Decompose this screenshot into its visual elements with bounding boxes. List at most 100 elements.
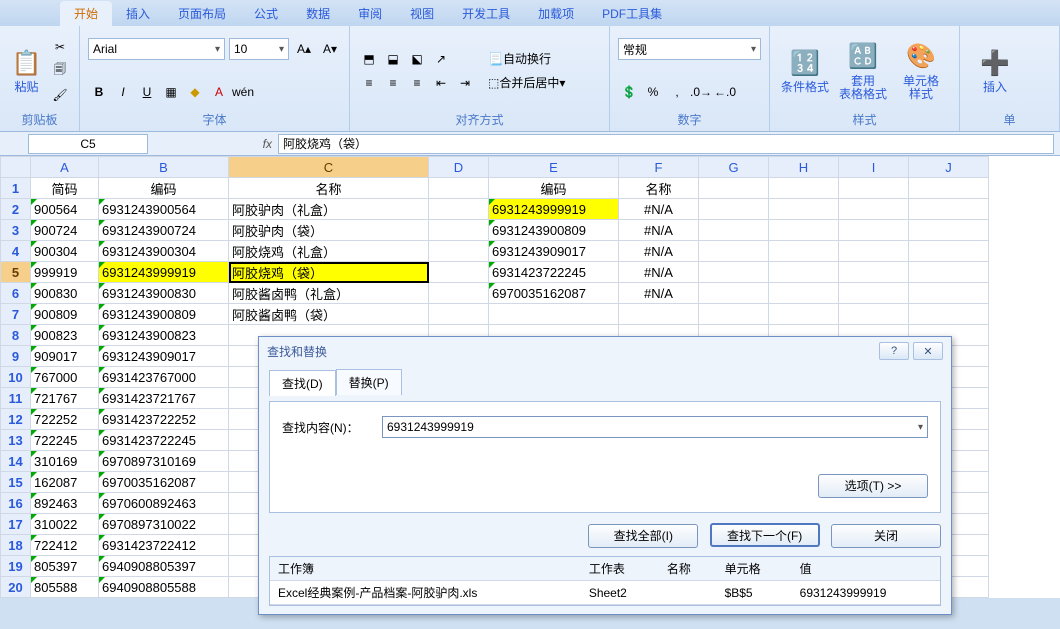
cell-A16[interactable]: 892463 bbox=[31, 493, 99, 514]
cell-A15[interactable]: 162087 bbox=[31, 472, 99, 493]
col-header-J[interactable]: J bbox=[909, 157, 989, 178]
row-header-1[interactable]: 1 bbox=[1, 178, 31, 199]
cell-G1[interactable] bbox=[699, 178, 769, 199]
cell-G4[interactable] bbox=[699, 241, 769, 262]
percent-icon[interactable]: % bbox=[642, 81, 664, 103]
number-format-select[interactable]: 常规 bbox=[618, 38, 761, 60]
cell-A7[interactable]: 900809 bbox=[31, 304, 99, 325]
formula-bar[interactable]: 阿胶烧鸡（袋） bbox=[278, 134, 1054, 154]
align-middle-icon[interactable]: ⬓ bbox=[382, 48, 404, 70]
cell-B11[interactable]: 6931423721767 bbox=[99, 388, 229, 409]
cell-G5[interactable] bbox=[699, 262, 769, 283]
options-button[interactable]: 选项(T) >> bbox=[818, 474, 928, 498]
paste-button[interactable]: 📋 粘贴 bbox=[8, 35, 45, 107]
cell-I6[interactable] bbox=[839, 283, 909, 304]
cell-J6[interactable] bbox=[909, 283, 989, 304]
find-tab[interactable]: 查找(D) bbox=[269, 370, 336, 396]
cell-I4[interactable] bbox=[839, 241, 909, 262]
currency-icon[interactable]: 💲 bbox=[618, 81, 640, 103]
cell-F2[interactable]: #N/A bbox=[619, 199, 699, 220]
cell-H4[interactable] bbox=[769, 241, 839, 262]
align-bottom-icon[interactable]: ⬕ bbox=[406, 48, 428, 70]
cell-A1[interactable]: 简码 bbox=[31, 178, 99, 199]
cell-styles-button[interactable]: 🎨 单元格 样式 bbox=[894, 35, 948, 107]
cell-B8[interactable]: 6931243900823 bbox=[99, 325, 229, 346]
cell-A11[interactable]: 721767 bbox=[31, 388, 99, 409]
name-box[interactable]: C5 bbox=[28, 134, 148, 154]
cell-D2[interactable] bbox=[429, 199, 489, 220]
format-as-table-button[interactable]: 🔠 套用 表格格式 bbox=[836, 35, 890, 107]
orientation-icon[interactable]: ↗ bbox=[430, 48, 452, 70]
row-header-16[interactable]: 16 bbox=[1, 493, 31, 514]
italic-button[interactable]: I bbox=[112, 81, 134, 103]
col-header-A[interactable]: A bbox=[31, 157, 99, 178]
cell-D6[interactable] bbox=[429, 283, 489, 304]
cell-B10[interactable]: 6931423767000 bbox=[99, 367, 229, 388]
cell-G7[interactable] bbox=[699, 304, 769, 325]
cell-F6[interactable]: #N/A bbox=[619, 283, 699, 304]
cell-A12[interactable]: 722252 bbox=[31, 409, 99, 430]
row-header-4[interactable]: 4 bbox=[1, 241, 31, 262]
cell-E3[interactable]: 6931243900809 bbox=[489, 220, 619, 241]
cell-A14[interactable]: 310169 bbox=[31, 451, 99, 472]
row-header-20[interactable]: 20 bbox=[1, 577, 31, 598]
cell-B19[interactable]: 6940908805397 bbox=[99, 556, 229, 577]
cell-J4[interactable] bbox=[909, 241, 989, 262]
col-header-F[interactable]: F bbox=[619, 157, 699, 178]
cell-E4[interactable]: 6931243909017 bbox=[489, 241, 619, 262]
cell-A10[interactable]: 767000 bbox=[31, 367, 99, 388]
bold-button[interactable]: B bbox=[88, 81, 110, 103]
cell-B1[interactable]: 编码 bbox=[99, 178, 229, 199]
col-header-I[interactable]: I bbox=[839, 157, 909, 178]
phonetic-button[interactable]: wén bbox=[232, 81, 254, 103]
cell-I5[interactable] bbox=[839, 262, 909, 283]
cell-B13[interactable]: 6931423722245 bbox=[99, 430, 229, 451]
cell-F5[interactable]: #N/A bbox=[619, 262, 699, 283]
col-header-C[interactable]: C bbox=[229, 157, 429, 178]
cell-B14[interactable]: 6970897310169 bbox=[99, 451, 229, 472]
cell-E1[interactable]: 编码 bbox=[489, 178, 619, 199]
cell-C6[interactable]: 阿胶酱卤鸭（礼盒） bbox=[229, 283, 429, 304]
cell-H5[interactable] bbox=[769, 262, 839, 283]
merge-center-button[interactable]: ⬚ 合并后居中 ▾ bbox=[488, 72, 565, 94]
comma-icon[interactable]: , bbox=[666, 81, 688, 103]
cell-I2[interactable] bbox=[839, 199, 909, 220]
result-col-workbook[interactable]: 工作簿 bbox=[270, 557, 581, 581]
font-color-button[interactable]: A bbox=[208, 81, 230, 103]
col-header-D[interactable]: D bbox=[429, 157, 489, 178]
cell-C2[interactable]: 阿胶驴肉（礼盒） bbox=[229, 199, 429, 220]
cell-C4[interactable]: 阿胶烧鸡（礼盒） bbox=[229, 241, 429, 262]
cell-I3[interactable] bbox=[839, 220, 909, 241]
cell-F4[interactable]: #N/A bbox=[619, 241, 699, 262]
cell-A3[interactable]: 900724 bbox=[31, 220, 99, 241]
cell-B5[interactable]: 6931243999919 bbox=[99, 262, 229, 283]
inc-decimal-icon[interactable]: .0→ bbox=[690, 81, 712, 103]
cell-B4[interactable]: 6931243900304 bbox=[99, 241, 229, 262]
row-header-15[interactable]: 15 bbox=[1, 472, 31, 493]
cell-B7[interactable]: 6931243900809 bbox=[99, 304, 229, 325]
format-painter-icon[interactable]: 🖌 bbox=[49, 84, 71, 106]
tab-data[interactable]: 数据 bbox=[292, 1, 344, 26]
col-header-B[interactable]: B bbox=[99, 157, 229, 178]
result-col-cell[interactable]: 单元格 bbox=[717, 557, 792, 581]
border-button[interactable]: ▦ bbox=[160, 81, 182, 103]
result-col-value[interactable]: 值 bbox=[792, 557, 940, 581]
dec-decimal-icon[interactable]: ←.0 bbox=[714, 81, 736, 103]
font-name-select[interactable]: Arial bbox=[88, 38, 225, 60]
align-left-icon[interactable]: ≡ bbox=[358, 72, 380, 94]
cell-H7[interactable] bbox=[769, 304, 839, 325]
fx-icon[interactable]: fx bbox=[198, 137, 278, 151]
cell-E6[interactable]: 6970035162087 bbox=[489, 283, 619, 304]
tab-developer[interactable]: 开发工具 bbox=[448, 1, 524, 26]
tab-pagelayout[interactable]: 页面布局 bbox=[164, 1, 240, 26]
indent-dec-icon[interactable]: ⇤ bbox=[430, 72, 452, 94]
cell-B6[interactable]: 6931243900830 bbox=[99, 283, 229, 304]
col-header-E[interactable]: E bbox=[489, 157, 619, 178]
cell-H2[interactable] bbox=[769, 199, 839, 220]
cell-G3[interactable] bbox=[699, 220, 769, 241]
row-header-5[interactable]: 5 bbox=[1, 262, 31, 283]
tab-review[interactable]: 审阅 bbox=[344, 1, 396, 26]
col-header-H[interactable]: H bbox=[769, 157, 839, 178]
align-right-icon[interactable]: ≡ bbox=[406, 72, 428, 94]
cell-A6[interactable]: 900830 bbox=[31, 283, 99, 304]
